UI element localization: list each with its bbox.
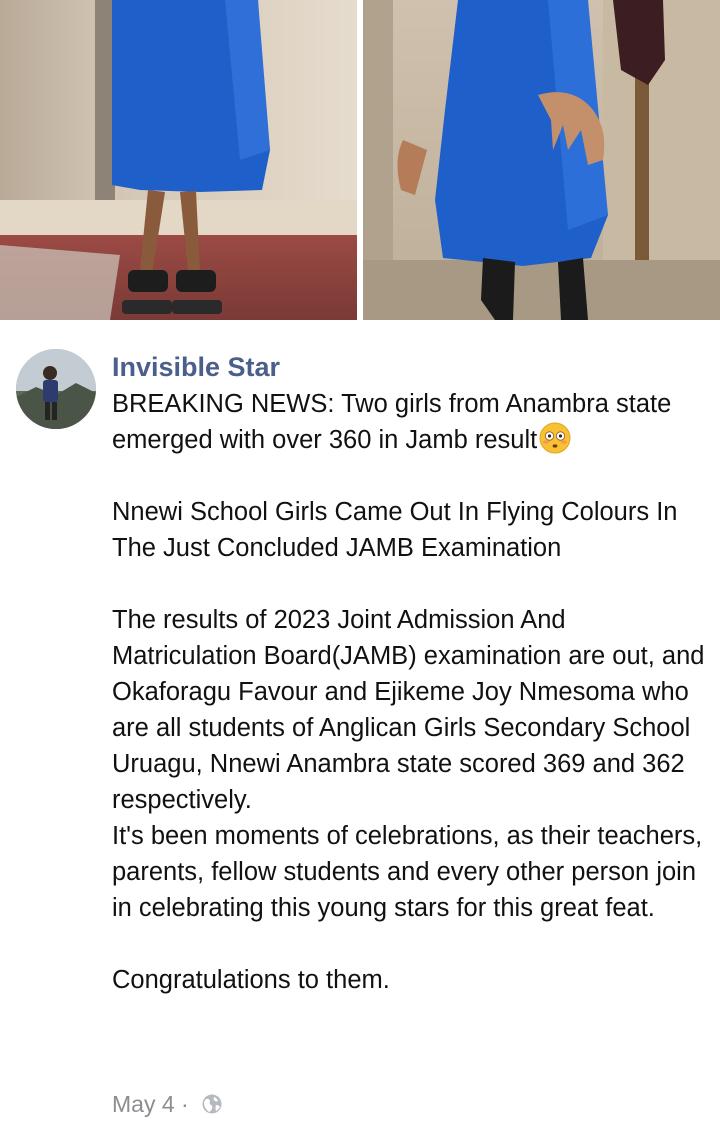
post-paragraph: BREAKING NEWS: Two girls from Anambra st… — [112, 386, 712, 458]
author-name[interactable]: Invisible Star — [112, 350, 280, 384]
post: Invisible Star BREAKING NEWS: Two girls … — [0, 320, 720, 1132]
globe-icon[interactable] — [201, 1093, 223, 1115]
post-paragraph: Congratulations to them. — [112, 966, 390, 994]
post-paragraph: Nnewi School Girls Came Out In Flying Co… — [112, 498, 678, 562]
post-body: BREAKING NEWS: Two girls from Anambra st… — [112, 386, 712, 998]
avatar-image — [16, 349, 96, 429]
photo-left-image — [0, 0, 357, 320]
photo-right-image — [363, 0, 720, 320]
photo-left[interactable] — [0, 0, 357, 320]
avatar[interactable] — [16, 349, 96, 429]
photo-right[interactable] — [363, 0, 720, 320]
post-date[interactable]: May 4 — [112, 1091, 175, 1117]
post-meta: May 4 · — [112, 1088, 223, 1120]
post-paragraph: It's been moments of celebrations, as th… — [112, 822, 703, 922]
post-paragraph: The results of 2023 Joint Admission And … — [112, 606, 705, 814]
post-photos[interactable] — [0, 0, 720, 320]
post-paragraph-text: BREAKING NEWS: Two girls from Anambra st… — [112, 390, 672, 454]
flushed-face-emoji-icon — [539, 422, 571, 454]
meta-separator: · — [181, 1091, 189, 1117]
